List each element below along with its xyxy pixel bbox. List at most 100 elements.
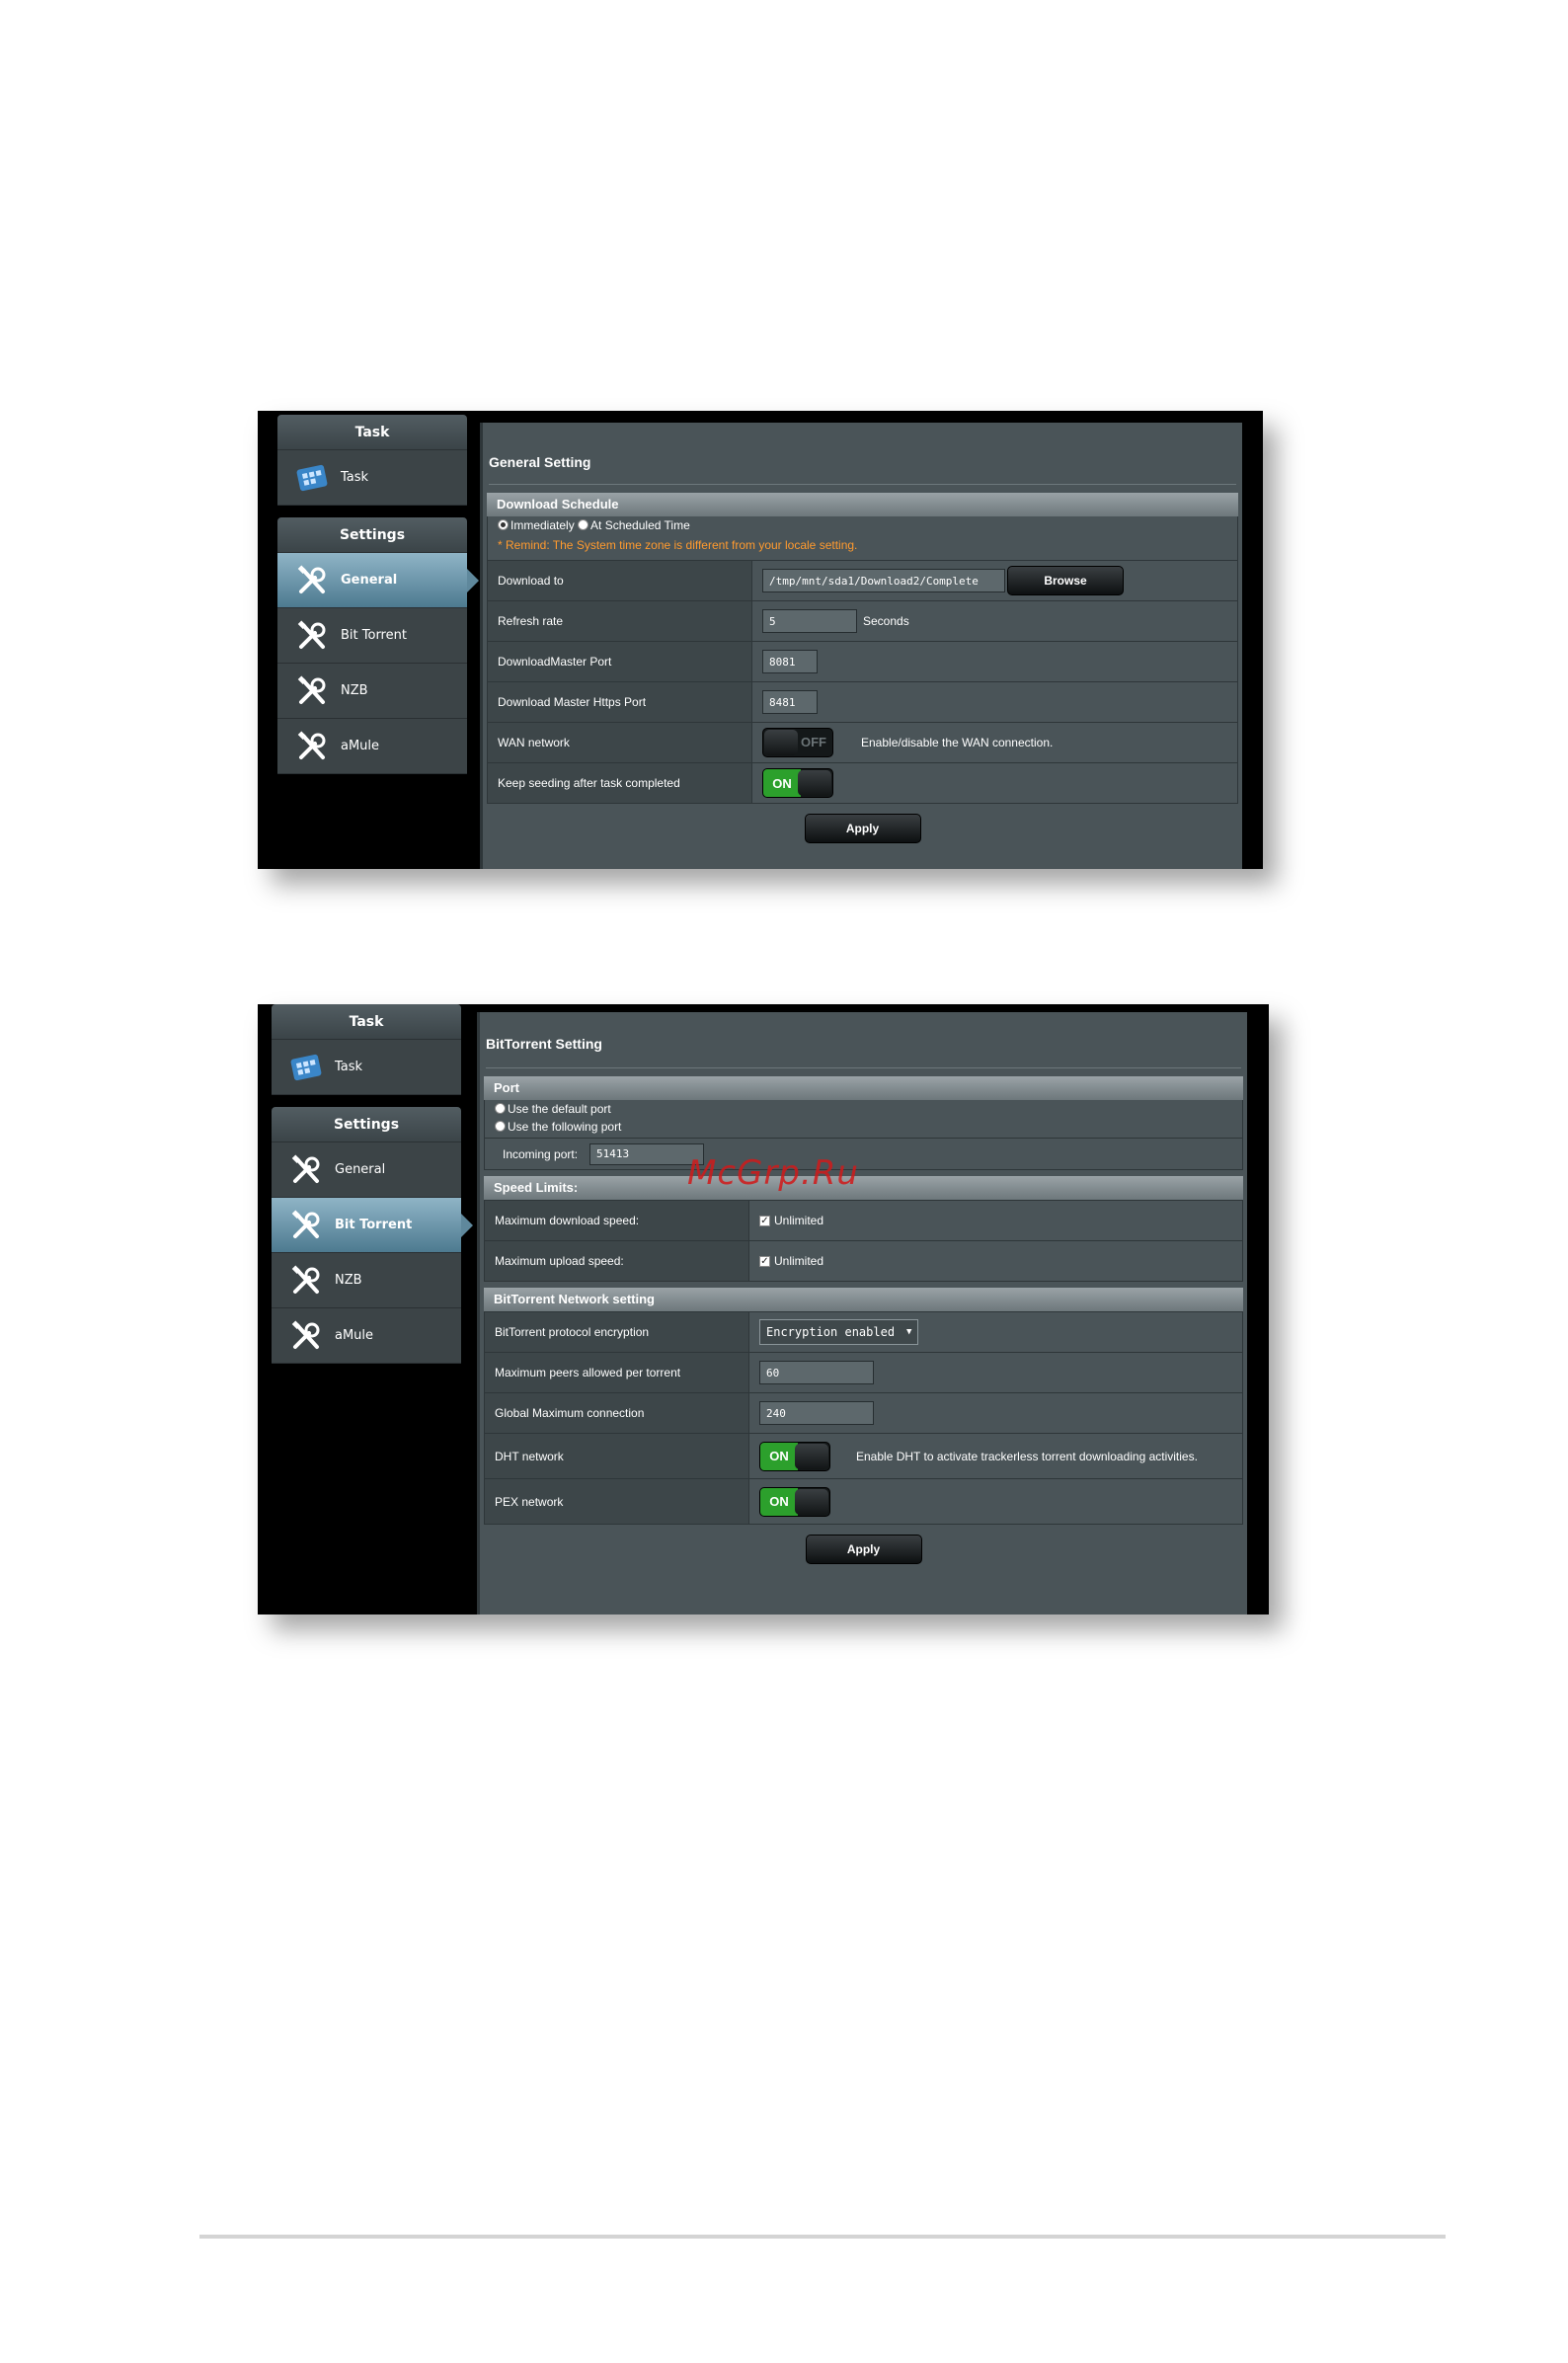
- dropdown-arrow-icon: ▼: [906, 1327, 912, 1337]
- row-label: DHT network: [485, 1434, 749, 1478]
- side-nav: Task Task Settings General Bit Torrent N…: [277, 415, 479, 774]
- dht-description: Enable DHT to activate trackerless torre…: [856, 1449, 1198, 1463]
- dm-https-port-row: Download Master Https Port 8481: [488, 681, 1237, 722]
- keep-seeding-toggle[interactable]: ON: [762, 768, 833, 798]
- scheduled-radio[interactable]: [578, 519, 589, 530]
- immediately-label: Immediately: [510, 518, 575, 532]
- wan-toggle[interactable]: OFF: [762, 728, 833, 757]
- following-port-option: Use the following port: [485, 1118, 1242, 1138]
- tools-icon: [297, 674, 326, 704]
- row-label: Refresh rate: [488, 601, 752, 641]
- watermark: McGrp.Ru: [687, 1153, 859, 1193]
- row-label: Download Master Https Port: [488, 682, 752, 722]
- nav-item-label: Task: [335, 1060, 363, 1074]
- max-download-row: Maximum download speed: ✓ Unlimited: [485, 1200, 1242, 1240]
- scheduled-label: At Scheduled Time: [590, 518, 690, 532]
- row-label: Maximum peers allowed per torrent: [485, 1353, 749, 1392]
- nav-item-amule[interactable]: aMule: [272, 1308, 461, 1364]
- download-schedule-header: Download Schedule: [487, 493, 1238, 516]
- dht-network-row: DHT network ON Enable DHT to activate tr…: [485, 1433, 1242, 1478]
- nav-item-task[interactable]: Task: [277, 450, 467, 506]
- tools-icon: [291, 1209, 320, 1238]
- task-icon: [290, 1054, 322, 1080]
- dm-port-field[interactable]: 8081: [762, 650, 818, 673]
- max-peers-field[interactable]: 60: [759, 1361, 874, 1384]
- settings-header: Settings: [272, 1107, 461, 1142]
- port-header: Port: [484, 1076, 1243, 1100]
- dm-https-port-field[interactable]: 8481: [762, 690, 818, 714]
- network-setting-header: BitTorrent Network setting: [484, 1288, 1243, 1311]
- apply-button[interactable]: Apply: [804, 814, 921, 843]
- nav-item-label: aMule: [335, 1328, 374, 1343]
- nav-item-general[interactable]: General: [272, 1142, 461, 1198]
- global-max-field[interactable]: 240: [759, 1401, 874, 1425]
- settings-panel: BitTorrent Setting Port Use the default …: [477, 1012, 1247, 1615]
- default-port-option: Use the default port: [485, 1100, 1242, 1118]
- nav-item-label: NZB: [341, 683, 368, 698]
- max-upload-checkbox[interactable]: ✓: [759, 1255, 770, 1267]
- apply-button[interactable]: Apply: [805, 1535, 922, 1564]
- nav-item-general[interactable]: General: [277, 553, 479, 608]
- refresh-rate-row: Refresh rate 5 Seconds: [488, 600, 1237, 641]
- download-schedule-section: Immediately At Scheduled Time * Remind: …: [487, 516, 1238, 804]
- following-port-label: Use the following port: [508, 1120, 622, 1134]
- download-path-field[interactable]: /tmp/mnt/sda1/Download2/Complete: [762, 569, 1005, 592]
- footer-divider: [199, 2235, 1446, 2239]
- network-setting-section: BitTorrent protocol encryption Encryptio…: [484, 1311, 1243, 1525]
- tools-icon: [297, 619, 326, 649]
- side-nav: Task Task Settings General Bit Torrent N…: [272, 1004, 473, 1364]
- port-section: Use the default port Use the following p…: [484, 1100, 1243, 1170]
- row-label: Maximum download speed:: [485, 1201, 749, 1240]
- tools-icon: [291, 1153, 320, 1183]
- wan-description: Enable/disable the WAN connection.: [861, 736, 1054, 749]
- row-label: PEX network: [485, 1479, 749, 1524]
- keep-seeding-row: Keep seeding after task completed ON: [488, 762, 1237, 803]
- nav-item-bit-torrent[interactable]: Bit Torrent: [277, 608, 467, 664]
- toggle-state: OFF: [801, 735, 826, 749]
- encryption-select[interactable]: Encryption enabled ▼: [759, 1319, 919, 1345]
- following-port-radio[interactable]: [495, 1121, 506, 1132]
- nav-item-nzb[interactable]: NZB: [277, 664, 467, 719]
- tools-icon: [291, 1319, 320, 1349]
- tools-icon: [297, 730, 326, 759]
- nav-item-nzb[interactable]: NZB: [272, 1253, 461, 1308]
- default-port-radio[interactable]: [495, 1103, 506, 1114]
- encryption-row: BitTorrent protocol encryption Encryptio…: [485, 1311, 1242, 1352]
- refresh-rate-field[interactable]: 5: [762, 609, 857, 633]
- nav-item-label: Bit Torrent: [335, 1218, 413, 1232]
- general-setting-screenshot: Task Task Settings General Bit Torrent N…: [258, 411, 1263, 869]
- row-label: Download to: [488, 561, 752, 600]
- timezone-remind: * Remind: The System time zone is differ…: [498, 538, 858, 552]
- bittorrent-setting-screenshot: Task Task Settings General Bit Torrent N…: [258, 1004, 1269, 1615]
- dm-port-row: DownloadMaster Port 8081: [488, 641, 1237, 681]
- tools-icon: [297, 564, 326, 593]
- pex-toggle[interactable]: ON: [759, 1486, 830, 1517]
- row-label: BitTorrent protocol encryption: [485, 1312, 749, 1352]
- task-header: Task: [272, 1004, 461, 1040]
- refresh-unit: Seconds: [863, 614, 909, 628]
- global-max-row: Global Maximum connection 240: [485, 1392, 1242, 1433]
- settings-panel: General Setting Download Schedule Immedi…: [480, 423, 1242, 869]
- max-upload-row: Maximum upload speed: ✓ Unlimited: [485, 1240, 1242, 1281]
- speed-limits-section: Maximum download speed: ✓ Unlimited Maxim…: [484, 1200, 1243, 1282]
- nav-item-task[interactable]: Task: [272, 1040, 461, 1095]
- settings-header: Settings: [277, 517, 467, 553]
- browse-button[interactable]: Browse: [1007, 566, 1124, 595]
- speed-limits-header: Speed Limits:: [484, 1176, 1243, 1200]
- default-port-label: Use the default port: [508, 1102, 611, 1116]
- row-label: Keep seeding after task completed: [488, 763, 752, 803]
- nav-item-label: General: [335, 1162, 386, 1177]
- max-download-value: Unlimited: [774, 1214, 824, 1227]
- row-label: Maximum upload speed:: [485, 1241, 749, 1281]
- wan-network-row: WAN network OFF Enable/disable the WAN c…: [488, 722, 1237, 762]
- max-download-checkbox[interactable]: ✓: [759, 1215, 770, 1226]
- pex-network-row: PEX network ON: [485, 1478, 1242, 1524]
- nav-item-bit-torrent[interactable]: Bit Torrent: [272, 1198, 473, 1253]
- nav-item-amule[interactable]: aMule: [277, 719, 467, 774]
- encryption-value: Encryption enabled: [766, 1325, 896, 1339]
- nav-item-label: NZB: [335, 1273, 362, 1288]
- incoming-port-label: Incoming port:: [503, 1146, 579, 1161]
- immediately-radio[interactable]: [498, 519, 509, 530]
- dht-toggle[interactable]: ON: [759, 1441, 830, 1471]
- nav-item-label: Bit Torrent: [341, 628, 407, 643]
